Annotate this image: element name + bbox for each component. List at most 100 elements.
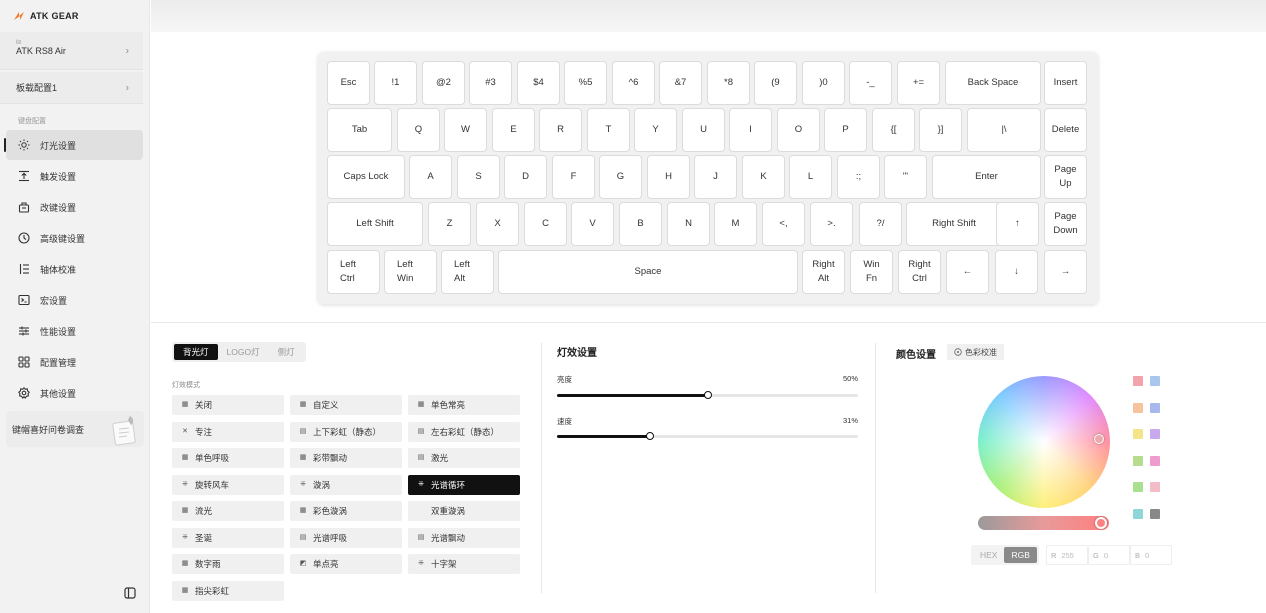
- key[interactable]: B: [619, 202, 662, 246]
- key[interactable]: U: [682, 108, 725, 152]
- color-swatch[interactable]: [1150, 376, 1160, 386]
- sidebar-item-7[interactable]: 配置管理: [6, 347, 143, 377]
- key[interactable]: >.: [810, 202, 853, 246]
- sidebar-item-2[interactable]: 改键设置: [6, 192, 143, 222]
- key[interactable]: I: [729, 108, 772, 152]
- effect-option[interactable]: ▤ 激光: [408, 448, 520, 468]
- effect-option[interactable]: ⁜ 旋转风车: [172, 474, 284, 495]
- key[interactable]: →: [1044, 250, 1087, 294]
- key[interactable]: T: [587, 108, 630, 152]
- r-input[interactable]: R 255: [1046, 545, 1088, 565]
- key[interactable]: R: [539, 108, 582, 152]
- effect-option[interactable]: ◩ 单点亮: [290, 554, 402, 574]
- key[interactable]: ←: [946, 250, 989, 294]
- effect-option[interactable]: ▦ 单色呼吸: [172, 448, 284, 468]
- tab-2[interactable]: 侧灯: [269, 344, 304, 360]
- effect-option[interactable]: ⁜ 光谱循环: [408, 474, 520, 495]
- slider-thumb[interactable]: [646, 432, 655, 440]
- color-mode-hex[interactable]: HEX: [973, 547, 1004, 563]
- color-swatch[interactable]: [1133, 508, 1143, 519]
- key[interactable]: (9: [754, 61, 797, 105]
- key[interactable]: Page Up: [1044, 155, 1087, 199]
- key[interactable]: Tab: [327, 108, 392, 152]
- effect-option[interactable]: ⁜ 漩涡: [290, 474, 402, 495]
- key[interactable]: J: [694, 155, 737, 199]
- effect-option[interactable]: ▦ 关闭: [172, 395, 284, 415]
- slider-thumb[interactable]: [703, 391, 712, 399]
- key[interactable]: S: [457, 155, 500, 199]
- key[interactable]: F: [552, 155, 595, 199]
- key[interactable]: {[: [872, 108, 915, 152]
- key[interactable]: M: [714, 202, 757, 246]
- key[interactable]: )0: [802, 61, 845, 105]
- key[interactable]: |\: [967, 108, 1041, 152]
- key[interactable]: Y: [634, 108, 677, 152]
- effect-option[interactable]: ▦ 自定义: [290, 395, 402, 415]
- effect-option[interactable]: ▤ 上下彩虹（静态）: [290, 421, 402, 442]
- effect-option[interactable]: ▤ 光谱飘动: [408, 527, 520, 548]
- brightness-slider[interactable]: [557, 391, 858, 399]
- key[interactable]: O: [777, 108, 820, 152]
- tab-0[interactable]: 背光灯: [174, 344, 218, 360]
- key[interactable]: Space: [498, 250, 798, 294]
- effect-option[interactable]: ▦ 彩色漩涡: [290, 501, 402, 521]
- key[interactable]: $4: [517, 61, 560, 105]
- color-picker-handle[interactable]: [1094, 434, 1104, 444]
- sidebar-item-4[interactable]: 轴体校准: [6, 254, 143, 284]
- device-selector[interactable]: Ⅰ≡ ATK RS8 Air ›: [0, 32, 143, 70]
- key[interactable]: ^6: [612, 61, 655, 105]
- effect-option[interactable]: ▦ 单色常亮: [408, 395, 520, 415]
- key[interactable]: Delete: [1044, 108, 1087, 152]
- key[interactable]: <,: [762, 202, 805, 246]
- color-swatch[interactable]: [1150, 429, 1160, 439]
- color-swatch[interactable]: [1133, 429, 1143, 439]
- color-calibrate-button[interactable]: 色彩校准: [947, 344, 1004, 360]
- key[interactable]: Left Win: [384, 250, 437, 294]
- key[interactable]: "': [884, 155, 927, 199]
- sidebar-item-5[interactable]: 宏设置: [6, 285, 143, 315]
- key[interactable]: :;: [837, 155, 880, 199]
- effect-option[interactable]: ⁜ 十字架: [408, 554, 520, 574]
- key[interactable]: P: [824, 108, 867, 152]
- color-swatch[interactable]: [1133, 455, 1143, 466]
- key[interactable]: *8: [707, 61, 750, 105]
- color-wheel[interactable]: [978, 376, 1110, 508]
- effect-option[interactable]: ✕ 专注: [172, 421, 284, 442]
- effect-option[interactable]: 双重漩涡: [408, 501, 520, 521]
- sidebar-item-0[interactable]: 灯光设置: [4, 130, 143, 160]
- key[interactable]: X: [476, 202, 519, 246]
- color-mode-rgb[interactable]: RGB: [1004, 547, 1037, 563]
- tab-1[interactable]: LOGO灯: [218, 344, 269, 360]
- key[interactable]: +=: [897, 61, 940, 105]
- key[interactable]: D: [504, 155, 547, 199]
- b-input[interactable]: B0: [1130, 545, 1172, 565]
- sidebar-item-1[interactable]: 触发设置: [6, 161, 143, 191]
- key[interactable]: &7: [659, 61, 702, 105]
- hue-thumb[interactable]: [1095, 517, 1107, 529]
- key[interactable]: E: [492, 108, 535, 152]
- key[interactable]: K: [742, 155, 785, 199]
- key[interactable]: Left Ctrl: [327, 250, 380, 294]
- key[interactable]: ↑: [996, 202, 1039, 246]
- sidebar-item-8[interactable]: 其他设置: [6, 378, 143, 408]
- color-swatch[interactable]: [1150, 455, 1160, 466]
- color-swatch[interactable]: [1133, 482, 1143, 492]
- key[interactable]: C: [524, 202, 567, 246]
- key[interactable]: Win Fn: [850, 250, 893, 294]
- key[interactable]: %5: [564, 61, 607, 105]
- key[interactable]: N: [667, 202, 710, 246]
- key[interactable]: #3: [469, 61, 512, 105]
- key[interactable]: Caps Lock: [327, 155, 405, 199]
- effect-option[interactable]: ▦ 数字雨: [172, 554, 284, 574]
- key[interactable]: Back Space: [945, 61, 1041, 105]
- key[interactable]: Left Shift: [327, 202, 423, 246]
- effect-option[interactable]: ▦ 指尖彩虹: [172, 580, 284, 601]
- color-swatch[interactable]: [1133, 402, 1143, 413]
- key[interactable]: V: [571, 202, 614, 246]
- sidebar-item-6[interactable]: 性能设置: [6, 316, 143, 346]
- speed-slider[interactable]: [557, 432, 858, 440]
- key[interactable]: Esc: [327, 61, 370, 105]
- key[interactable]: Q: [397, 108, 440, 152]
- effect-option[interactable]: ▤ 光谱呼吸: [290, 527, 402, 548]
- color-swatch[interactable]: [1150, 508, 1160, 519]
